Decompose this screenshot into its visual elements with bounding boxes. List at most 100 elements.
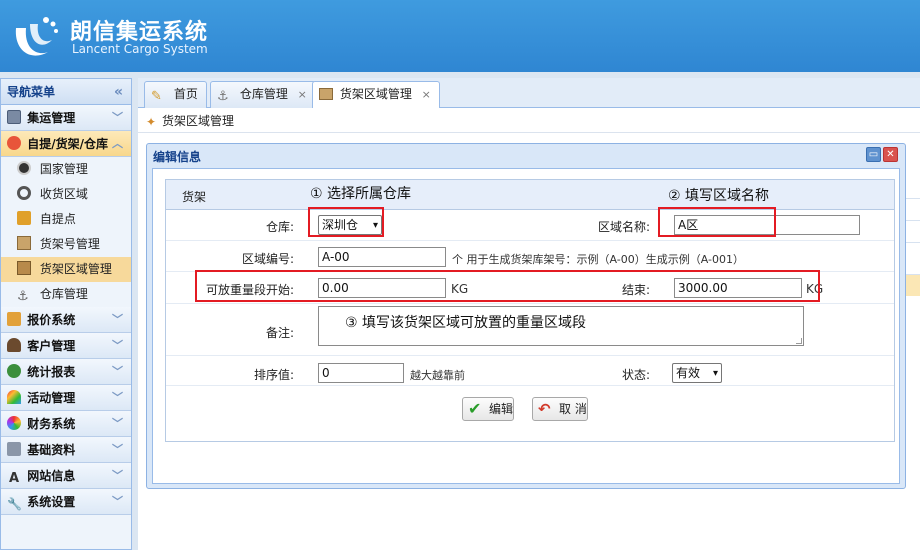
divider xyxy=(166,303,894,304)
nav-group-cargo[interactable]: 集运管理 ﹀ xyxy=(1,105,131,131)
pin-icon: ✦ xyxy=(146,115,157,129)
annotation-step3: ③ 填写该货架区域可放置的重量区域段 xyxy=(345,315,586,331)
nav-group-label: 客户管理 xyxy=(27,339,76,353)
nav-group-report[interactable]: 统计报表 ﹀ xyxy=(1,359,131,385)
nav-group-website[interactable]: A 网站信息 ﹀ xyxy=(1,463,131,489)
section-label: 货架 xyxy=(182,190,207,204)
chevron-down-icon: ﹀ xyxy=(112,443,123,456)
nav-group-customer[interactable]: 客户管理 ﹀ xyxy=(1,333,131,359)
cancel-button[interactable]: ↶ 取 消 xyxy=(532,397,588,421)
tab-bar: ✎ 首页 ⚓ 仓库管理 × 货架区域管理 × xyxy=(138,78,920,109)
nav-group-label: 网站信息 xyxy=(27,469,76,483)
nav-group-activity[interactable]: 活动管理 ﹀ xyxy=(1,385,131,411)
check-icon: ✔ xyxy=(468,399,482,418)
chevron-down-icon: ﹀ xyxy=(112,365,123,378)
sidebar-item-receive-area[interactable]: 收货区域 xyxy=(1,182,131,207)
sidebar-item-label: 自提点 xyxy=(39,212,76,226)
tab-home[interactable]: ✎ 首页 xyxy=(144,81,207,108)
chevron-down-icon: ﹀ xyxy=(112,111,123,124)
app-subtitle: Lancent Cargo System xyxy=(72,42,208,56)
chevron-down-icon: ﹀ xyxy=(112,313,123,326)
dialog-title: 编辑信息 xyxy=(153,150,202,164)
annotation-step2: ② 填写区域名称 xyxy=(668,188,770,204)
resize-handle[interactable] xyxy=(796,338,802,344)
logo-icon xyxy=(15,17,58,56)
sidebar-item-label: 国家管理 xyxy=(39,162,88,176)
divider xyxy=(166,240,894,241)
chevron-up-icon: ︿ xyxy=(112,137,123,150)
divider xyxy=(138,132,920,133)
save-button[interactable]: ✔ 编辑 xyxy=(462,397,514,421)
area-code-hint: 个 用于生成货架库架号：示例（A-00）生成示例（A-001） xyxy=(452,253,744,266)
annotation-step1: ① 选择所属仓库 xyxy=(310,186,412,202)
anchor-icon: ⚓ xyxy=(217,89,229,104)
highlight-weight-range xyxy=(195,270,820,302)
sidebar-header: 导航菜单 « xyxy=(1,79,131,105)
tab-label: 仓库管理 xyxy=(239,87,288,101)
sidebar-title: 导航菜单 xyxy=(7,85,56,99)
tab-label: 首页 xyxy=(173,87,198,101)
sort-input[interactable]: 0 xyxy=(318,363,404,383)
breadcrumb: ✦ 货架区域管理 xyxy=(146,112,234,129)
area-code-input[interactable]: A-00 xyxy=(318,247,446,267)
nav-group-pickup-shelf-warehouse[interactable]: 自提/货架/仓库 ︿ xyxy=(1,131,131,157)
warehouse-label: 仓库: xyxy=(265,220,294,234)
collapse-icon[interactable]: « xyxy=(114,79,123,105)
area-code-label: 区域编号: xyxy=(241,252,294,266)
nav-group-quote[interactable]: 报价系统 ﹀ xyxy=(1,307,131,333)
nav-group-label: 财务系统 xyxy=(27,417,76,431)
tab-label: 货架区域管理 xyxy=(339,87,412,101)
shelf-icon xyxy=(17,261,31,275)
sidebar-item-warehouse[interactable]: ⚓ 仓库管理 xyxy=(1,282,131,307)
divider xyxy=(166,385,894,386)
chevron-down-icon: ﹀ xyxy=(112,469,123,482)
maximize-icon[interactable]: ▭ xyxy=(866,147,881,162)
nav-group-label: 活动管理 xyxy=(27,391,76,405)
chevron-down-icon: ﹀ xyxy=(112,339,123,352)
sidebar-item-shelf-number[interactable]: 货架号管理 xyxy=(1,232,131,257)
nav-group-basic-data[interactable]: 基础资料 ﹀ xyxy=(1,437,131,463)
chevron-down-icon: ▾ xyxy=(712,368,718,379)
box-icon xyxy=(17,236,31,250)
undo-icon: ↶ xyxy=(538,400,551,418)
chevron-down-icon: ﹀ xyxy=(112,495,123,508)
close-icon[interactable]: ✕ xyxy=(883,147,898,162)
globe-icon xyxy=(7,364,21,378)
target-icon xyxy=(17,186,31,200)
close-icon[interactable]: × xyxy=(298,88,307,101)
remark-label: 备注: xyxy=(265,326,294,340)
sidebar-item-country[interactable]: 国家管理 xyxy=(1,157,131,182)
nav-group-label: 基础资料 xyxy=(27,443,76,457)
rainbow-icon xyxy=(7,390,21,404)
lock-icon xyxy=(17,211,31,225)
nav-group-label: 报价系统 xyxy=(27,313,76,327)
nav-group-settings[interactable]: 🔧 系统设置 ﹀ xyxy=(1,489,131,515)
sidebar-item-label: 收货区域 xyxy=(39,187,88,201)
tab-shelf-area[interactable]: 货架区域管理 × xyxy=(312,81,440,109)
wrench-icon: 🔧 xyxy=(7,497,22,511)
user-icon xyxy=(7,338,21,352)
sidebar: 导航菜单 « 集运管理 ﹀ 自提/货架/仓库 ︿ 国家管理 收货区域 自提点 货… xyxy=(0,78,132,550)
font-icon: A xyxy=(8,471,20,486)
highlight-area-name xyxy=(658,207,776,237)
sidebar-item-shelf-area[interactable]: 货架区域管理 xyxy=(1,257,131,282)
chevron-down-icon: ﹀ xyxy=(112,391,123,404)
close-icon[interactable]: × xyxy=(422,88,431,101)
chevron-down-icon: ﹀ xyxy=(112,417,123,430)
color-circle-icon xyxy=(7,416,21,430)
status-select-value: 有效 xyxy=(676,366,701,380)
app-header: 朗信集运系统 Lancent Cargo System xyxy=(0,0,920,72)
save-button-label: 编辑 xyxy=(489,402,514,416)
nav-group-label: 集运管理 xyxy=(27,111,76,125)
nav-group-finance[interactable]: 财务系统 ﹀ xyxy=(1,411,131,437)
bars-icon xyxy=(7,312,21,326)
status-select[interactable]: 有效 ▾ xyxy=(672,363,722,383)
anchor-icon: ⚓ xyxy=(17,289,29,304)
area-name-label: 区域名称: xyxy=(597,220,650,234)
form-section-header: 货架 xyxy=(166,180,894,210)
tab-warehouse[interactable]: ⚓ 仓库管理 × xyxy=(210,81,316,108)
status-label: 状态: xyxy=(621,368,650,382)
divider xyxy=(166,355,894,356)
sidebar-item-pickup-point[interactable]: 自提点 xyxy=(1,207,131,232)
nav-group-label: 自提/货架/仓库 xyxy=(27,137,108,151)
